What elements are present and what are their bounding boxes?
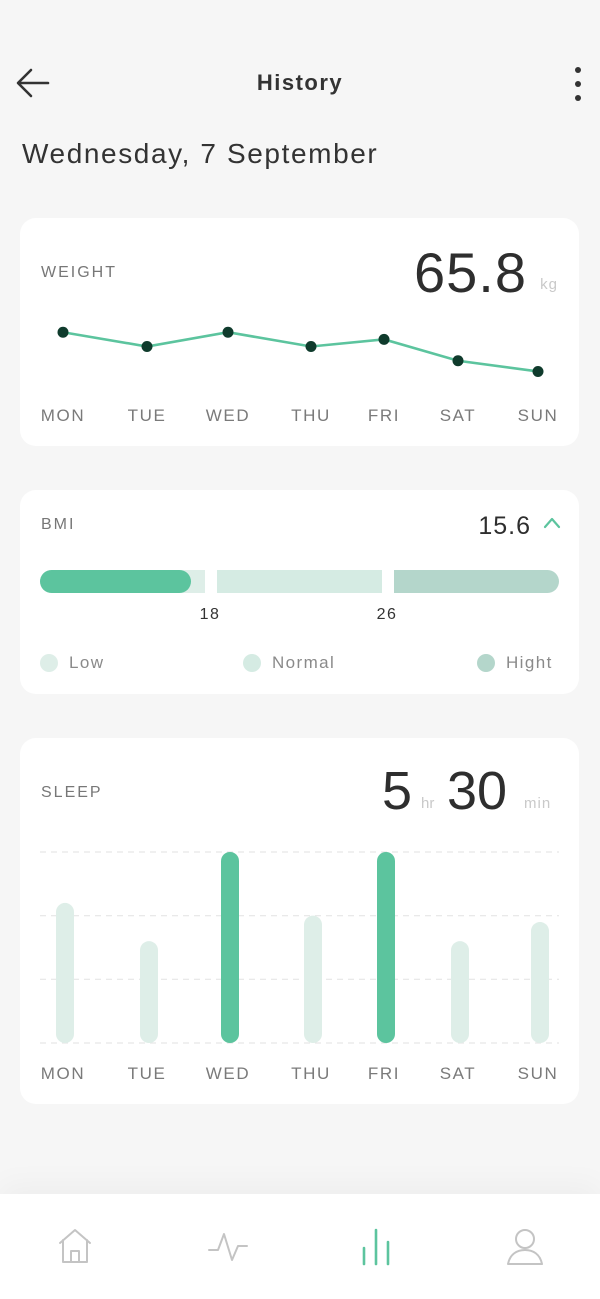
date-title: Wednesday, 7 September [22,138,379,169]
weight-day-sat: SAT [439,406,477,425]
weight-point-sun[interactable] [532,365,544,377]
bmi-card[interactable]: BMI 15.6 18 26 Low Normal Hight [20,490,579,694]
weight-day-fri: FRI [367,406,401,425]
stats-icon [362,1228,390,1266]
sleep-day-tue: TUE [127,1064,167,1083]
home-icon [59,1229,91,1263]
header: History [0,48,600,118]
sleep-day-mon: MON [40,1064,86,1083]
weight-point-thu[interactable] [305,341,317,352]
sleep-bar-thu[interactable] [304,915,322,1043]
legend-dot-high [477,654,495,672]
nav-activity[interactable] [206,1224,250,1268]
weight-series-line [62,330,539,373]
weight-day-tue: TUE [127,406,167,425]
bottom-nav [0,1194,600,1299]
chevron-up-icon [543,517,561,529]
legend-high-label: Hight [506,653,553,672]
sleep-day-fri: FRI [367,1064,401,1083]
weight-day-sun: SUN [517,406,559,425]
sleep-bar-wed[interactable] [221,852,239,1043]
more-vertical-icon [575,67,581,101]
nav-stats[interactable] [354,1224,398,1268]
sleep-day-sat: SAT [439,1064,477,1083]
weight-point-wed[interactable] [222,326,234,338]
nav-profile[interactable] [503,1224,547,1268]
sleep-bar-sat[interactable] [451,941,469,1043]
weight-point-sat[interactable] [452,355,464,367]
legend-low-label: Low [69,653,105,672]
weight-point-mon[interactable] [57,326,69,338]
bmi-tick-26: 26 [376,606,398,623]
legend-normal-label: Normal [272,653,336,672]
bmi-tick-18: 18 [199,606,221,623]
bmi-value: 15.6 [478,512,531,540]
nav-home[interactable] [53,1224,97,1268]
sleep-card[interactable]: SLEEP 5 hr 30 min MON TUE WED THU FRI SAT SUN [20,738,579,1104]
sleep-day-thu: THU [291,1064,331,1083]
sleep-day-sun: SUN [517,1064,559,1083]
sleep-chart [40,851,559,1044]
sleep-bar-tue[interactable] [140,941,158,1043]
legend-dot-low [40,654,58,672]
profile-icon [507,1229,543,1265]
legend-dot-normal [243,654,261,672]
activity-icon [208,1233,248,1261]
weight-point-fri[interactable] [378,333,390,345]
weight-day-thu: THU [291,406,331,425]
weight-point-tue[interactable] [141,341,153,352]
sleep-bar-mon[interactable] [56,902,74,1043]
weight-day-wed: WED [205,406,251,425]
bmi-value-fill [40,570,191,593]
bmi-label: BMI [41,516,76,533]
page-title: History [256,70,344,95]
sleep-day-wed: WED [205,1064,251,1083]
bmi-trend[interactable] [543,516,561,535]
bmi-high-segment [394,570,559,593]
more-button[interactable] [560,66,596,102]
sleep-bar-sun[interactable] [531,922,549,1043]
sleep-bar-fri[interactable] [377,852,395,1043]
weight-day-mon: MON [40,406,86,425]
bmi-normal-segment [217,570,382,593]
weight-card[interactable]: WEIGHT 65.8 kg MON TUE WED THU FRI SAT SUN [20,218,579,446]
